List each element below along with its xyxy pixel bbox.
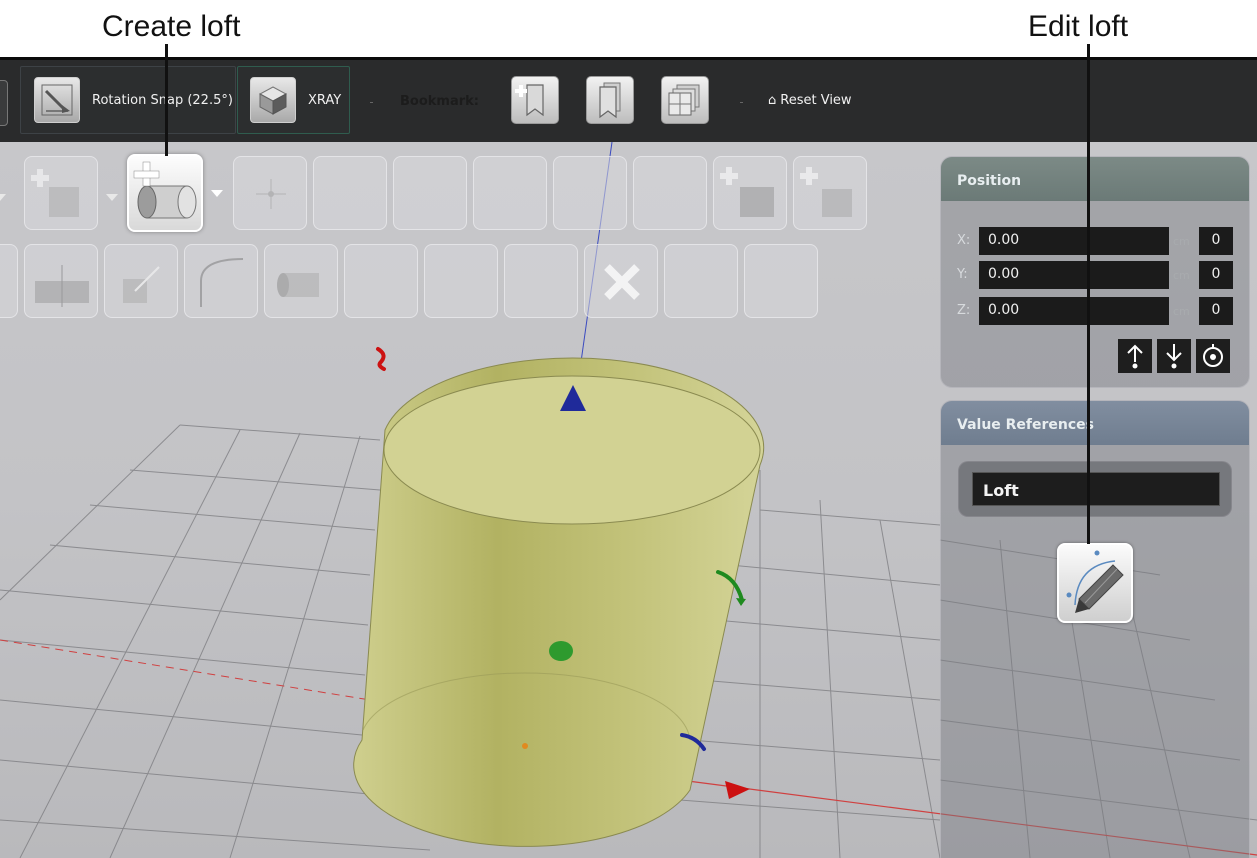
tool-import[interactable] [744, 244, 818, 318]
tool-create-pattern[interactable] [793, 156, 867, 230]
create-pattern-icon [800, 167, 852, 217]
y-label: Y: [957, 267, 968, 282]
bookmark-views-button[interactable] [661, 76, 709, 124]
toolbar-overflow-button[interactable] [0, 80, 8, 126]
center-button[interactable] [1196, 339, 1230, 373]
delete-icon [604, 264, 640, 300]
scale-icon [123, 266, 160, 303]
create-group-icon [720, 167, 774, 217]
x-input[interactable]: 0.00 [979, 227, 1169, 255]
split-icon [35, 265, 89, 307]
3d-viewport[interactable]: Position X: 0.00 cm 0 Y: 0.00 cm 0 Z: 0.… [0, 142, 1257, 858]
edit-loft-icon [1066, 550, 1124, 613]
bookmarks-icon [599, 82, 621, 119]
create-loft-callout-line [165, 44, 168, 156]
tool-split[interactable] [24, 244, 98, 318]
loft-reference-wrap: Loft [958, 461, 1232, 517]
x-step-input[interactable]: 0 [1199, 227, 1233, 255]
tool-explode[interactable] [664, 244, 738, 318]
rotation-snap-toggle[interactable]: Rotation Snap (22.5°) [20, 66, 236, 134]
xray-label: XRAY [308, 92, 342, 108]
home-icon: ⌂ [768, 93, 777, 108]
rotate-x-handle [376, 347, 386, 371]
z-unit: cm [1173, 305, 1190, 318]
edit-loft-callout-line [1087, 44, 1090, 544]
tool-create-group[interactable] [713, 156, 787, 230]
create-point-icon [256, 179, 286, 209]
tool-intersect[interactable] [633, 156, 707, 230]
dropdown-arrow[interactable] [106, 194, 118, 201]
create-loft-dropdown[interactable] [211, 190, 223, 197]
tool-subtract[interactable] [553, 156, 627, 230]
y-input[interactable]: 0.00 [979, 261, 1169, 289]
x-axis-arrow [725, 781, 750, 799]
toolbar-separator [740, 102, 743, 103]
rotation-snap-label: Rotation Snap (22.5°) [92, 92, 233, 108]
z-input[interactable]: 0.00 [979, 297, 1169, 325]
loft-shape-icon [277, 273, 319, 297]
xray-toggle[interactable]: XRAY [237, 66, 350, 134]
tool-shell[interactable] [393, 156, 467, 230]
reset-view-label: Reset View [780, 93, 852, 108]
dropdown-arrow[interactable] [0, 194, 6, 201]
z-step-input[interactable]: 0 [1199, 297, 1233, 325]
tool-extrude[interactable] [313, 156, 387, 230]
tool-delete[interactable] [584, 244, 658, 318]
bookmark-views-icon [668, 84, 700, 116]
edit-loft-callout: Edit loft [1028, 10, 1129, 43]
tool-scatter[interactable] [504, 244, 578, 318]
coord-row-x: X: 0.00 cm 0 [941, 227, 1249, 255]
y-step-input[interactable]: 0 [1199, 261, 1233, 289]
y-unit: cm [1173, 269, 1190, 282]
coord-row-y: Y: 0.00 cm 0 [941, 261, 1249, 289]
top-toolbar: Rotation Snap (22.5°) XRAY Bookmark: ⌂ R… [0, 57, 1257, 142]
tool-arrange[interactable] [424, 244, 498, 318]
value-references-panel: Value References Loft [940, 400, 1250, 858]
bookmarks-button[interactable] [586, 76, 634, 124]
z-label: Z: [957, 303, 971, 318]
move-down-button[interactable] [1157, 339, 1191, 373]
tool-fillet[interactable] [184, 244, 258, 318]
add-bookmark-icon [515, 84, 544, 117]
value-references-title: Value References [941, 401, 1249, 445]
create-primitive-icon [31, 169, 79, 217]
reset-view-button[interactable]: ⌂ Reset View [768, 93, 852, 108]
pivot-center-handle [549, 641, 573, 661]
loft-reference-field[interactable]: Loft [972, 472, 1220, 506]
tool-combine[interactable] [473, 156, 547, 230]
rotation-snap-icon [34, 77, 80, 123]
move-up-icon [1127, 344, 1143, 369]
position-panel: Position X: 0.00 cm 0 Y: 0.00 cm 0 Z: 0.… [940, 156, 1250, 388]
toolbar-separator [370, 102, 373, 103]
position-panel-title: Position [941, 157, 1249, 201]
tool-scale[interactable] [104, 244, 178, 318]
edit-loft-button[interactable] [1057, 543, 1133, 623]
tool-loft-shape[interactable] [264, 244, 338, 318]
bookmark-label: Bookmark: [400, 94, 479, 109]
fillet-icon [200, 258, 244, 307]
xray-cube-icon [250, 77, 296, 123]
tool-create-point[interactable] [233, 156, 307, 230]
origin-point [522, 743, 528, 749]
move-up-button[interactable] [1118, 339, 1152, 373]
center-icon [1203, 344, 1223, 367]
move-down-icon [1166, 344, 1182, 369]
tool-offset[interactable] [344, 244, 418, 318]
tool-partial[interactable] [0, 244, 18, 318]
x-label: X: [957, 233, 971, 248]
tool-create-primitive[interactable] [24, 156, 98, 230]
x-unit: cm [1173, 235, 1190, 248]
coord-row-z: Z: 0.00 cm 0 [941, 297, 1249, 325]
add-bookmark-button[interactable] [511, 76, 559, 124]
create-loft-icon [133, 161, 197, 219]
create-loft-callout: Create loft [102, 10, 241, 43]
create-loft-button[interactable] [127, 154, 203, 232]
